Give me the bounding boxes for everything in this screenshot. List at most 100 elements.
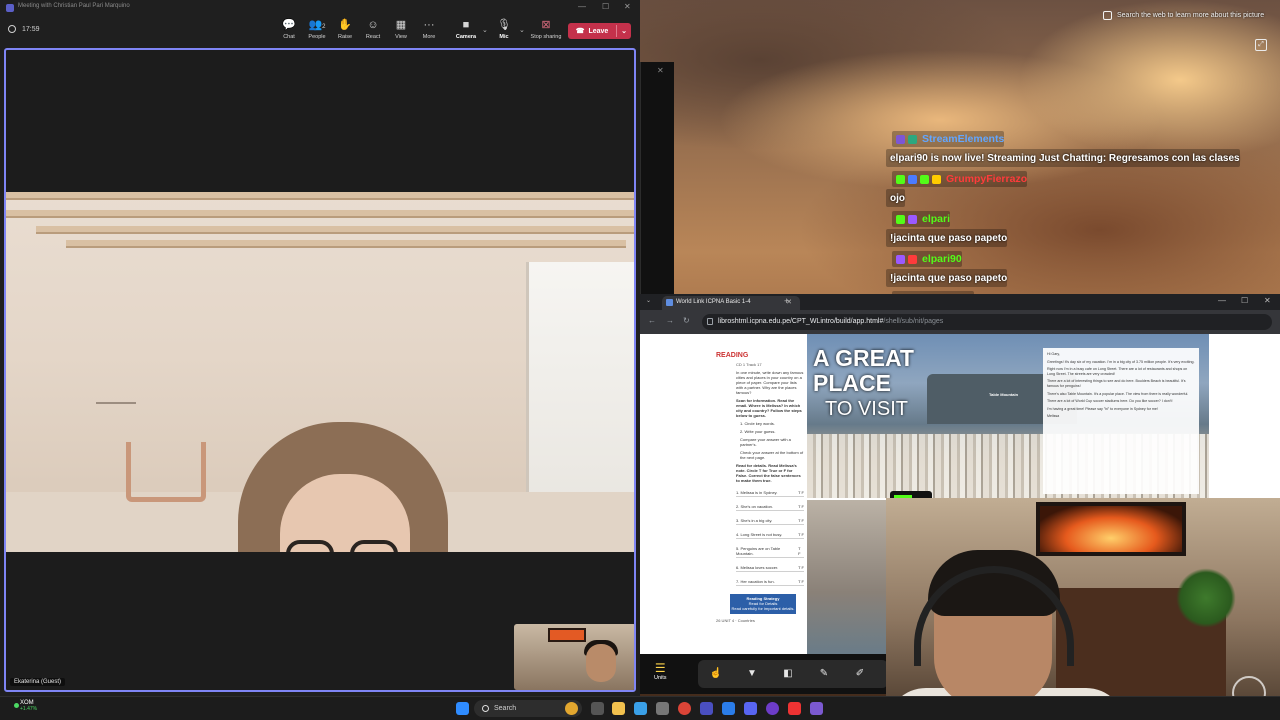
mic-icon: 🎙 (497, 19, 511, 31)
chat-username[interactable]: StreamElements (922, 133, 1004, 145)
stock-widget[interactable]: XOM +1.47% (14, 700, 38, 712)
tf-options[interactable]: T F (798, 504, 804, 509)
tf-options[interactable]: T F (798, 532, 804, 537)
reading-strategy-box: Reading Strategy Read for Details Read c… (730, 594, 796, 614)
instruction-b1: 1. Circle key words. (740, 421, 775, 426)
leave-options-icon[interactable]: ⌄ (617, 27, 631, 35)
minimize-icon[interactable]: — (578, 2, 586, 11)
camera-button[interactable]: ■ Camera (451, 18, 481, 44)
start-icon[interactable] (456, 702, 469, 715)
tf-options[interactable]: T F (798, 546, 804, 556)
participant-name-tag: Ekaterina (Guest) (10, 678, 66, 686)
view-button[interactable]: ▦ View (386, 18, 416, 44)
streamer-webcam (886, 498, 1280, 720)
url-input[interactable]: libroshtml.icpna.edu.pe/CPT_WLintro/buil… (702, 314, 1272, 330)
chat-username[interactable]: GrumpyFierrazo (946, 173, 1027, 185)
address-bar: ← → ↻ libroshtml.icpna.edu.pe/CPT_WLintr… (640, 310, 1280, 334)
tab-search-icon[interactable]: ⌄ (646, 297, 651, 304)
panel-close-icon[interactable]: ✕ (657, 66, 664, 75)
store-icon[interactable] (634, 702, 647, 715)
pen-icon[interactable]: ✐ (852, 666, 868, 682)
self-view-video[interactable] (514, 624, 634, 690)
note-paragraph: There's also Table Mountain. It's a popu… (1047, 391, 1189, 396)
search-icon (482, 705, 489, 712)
meeting-title: Meeting with Christian Paul Pari Marquin… (18, 3, 130, 9)
stop-sharing-button[interactable]: ⊠ Stop sharing (530, 18, 562, 44)
teams-window: Meeting with Christian Paul Pari Marquin… (0, 0, 640, 696)
browser-close-icon[interactable]: ✕ (1264, 296, 1271, 305)
pin-icon[interactable]: ▼ (744, 666, 760, 682)
lens-icon (1103, 11, 1112, 20)
maximize-icon[interactable]: ☐ (602, 2, 609, 11)
teams-meeting-icon[interactable] (810, 702, 823, 715)
file-explorer-icon[interactable] (612, 702, 625, 715)
chat-username[interactable]: elpari (922, 213, 950, 225)
tab-bar: ⌄ World Link ICPNA Basic 1-4 ✕ + — ☐ ✕ (640, 294, 1280, 310)
site-info-icon[interactable] (707, 318, 713, 325)
note-paragraph: Melissa (1047, 414, 1060, 419)
chat-button[interactable]: 💬 Chat (274, 18, 304, 44)
reload-icon[interactable]: ↻ (683, 316, 690, 325)
layout-icon[interactable]: ◧ (780, 666, 796, 682)
camera-label: Camera (455, 34, 477, 40)
video-stage: Ekaterina (Guest) (4, 48, 636, 692)
mic-options-icon[interactable]: ⌄ (519, 26, 525, 34)
chat-username[interactable]: elpari90 (922, 253, 962, 265)
tf-task-text: 4. Long Street is not busy. (736, 532, 783, 537)
ticker-change: +1.47% (20, 706, 38, 712)
note-paragraph: Greetings! It's day six of my vacation. … (1047, 359, 1195, 364)
url-text: libroshtml.icpna.edu.pe/CPT_WLintro/buil… (718, 318, 884, 325)
back-icon[interactable]: ← (648, 316, 656, 325)
close-icon[interactable]: ✕ (624, 2, 631, 11)
pointer-icon[interactable]: ☝ (708, 666, 724, 682)
raise-button[interactable]: ✋ Raise (330, 18, 360, 44)
lens-search-hint[interactable]: Search the web to learn more about this … (1103, 11, 1264, 20)
people-button[interactable]: 👥2 People (302, 18, 332, 44)
hero-line-3: TO VISIT (825, 398, 908, 420)
tf-options[interactable]: T F (798, 518, 804, 523)
units-button[interactable]: ☰ Units (654, 661, 667, 681)
cape-town-photo: A GREAT PLACE TO VISIT Table Mountain Hi… (807, 334, 1209, 498)
new-tab-icon[interactable]: + (784, 296, 789, 306)
capture-icon[interactable] (788, 702, 801, 715)
timer-text: 17:59 (22, 25, 40, 33)
react-button[interactable]: ☺ React (358, 18, 388, 44)
meeting-toolbar: 17:59 💬 Chat 👥2 People ✋ Raise ☺ React ▦… (0, 16, 640, 46)
people-count: 2 (322, 24, 326, 30)
chat-message-row: !jacinta que paso papeto (886, 269, 1008, 287)
obs-icon[interactable] (766, 702, 779, 715)
discord-icon[interactable] (744, 702, 757, 715)
teams-icon[interactable] (700, 702, 713, 715)
tf-options[interactable]: T F (798, 579, 804, 584)
react-label: React (365, 34, 381, 40)
chrome-icon[interactable] (678, 702, 691, 715)
browser-minimize-icon[interactable]: — (1218, 296, 1226, 305)
edge-icon[interactable] (722, 702, 735, 715)
more-button[interactable]: ··· More (414, 18, 444, 44)
mic-button[interactable]: 🎙 Mic (489, 18, 519, 44)
highlighter-icon[interactable]: ✎ (816, 666, 832, 682)
phone-icon: ☎ (575, 28, 585, 35)
reading-heading: READING (716, 352, 749, 359)
tf-options[interactable]: T F (798, 565, 804, 570)
app-icon[interactable] (656, 702, 669, 715)
windows-taskbar: XOM +1.47% Search (0, 696, 1280, 720)
tf-task: 1. Melissa is in Sydney. T F (736, 490, 804, 497)
expand-icon[interactable]: ⤢ (1255, 39, 1267, 51)
teams-titlebar: Meeting with Christian Paul Pari Marquin… (0, 0, 640, 16)
instruction-b2: 2. Write your guess. (740, 429, 776, 434)
track-label: CD 1 Track 17 (736, 362, 762, 367)
instruction-c: Read for details. Read Melissa's note. C… (736, 463, 801, 483)
forward-icon[interactable]: → (666, 316, 674, 325)
task-view-icon[interactable] (591, 702, 604, 715)
tab-world-link[interactable]: World Link ICPNA Basic 1-4 ✕ (662, 296, 800, 310)
chat-message: ojo (890, 192, 905, 204)
browser-maximize-icon[interactable]: ☐ (1241, 296, 1248, 305)
camera-options-icon[interactable]: ⌄ (482, 26, 488, 34)
stop-sharing-label: Stop sharing (530, 34, 562, 40)
chat-badge-icon (908, 174, 917, 184)
tf-options[interactable]: T F (798, 490, 804, 495)
instruction-a: In one minute, write down any famous cit… (736, 370, 804, 395)
leave-button[interactable]: ☎ Leave ⌄ (568, 23, 631, 39)
weather-icon[interactable] (565, 702, 578, 715)
